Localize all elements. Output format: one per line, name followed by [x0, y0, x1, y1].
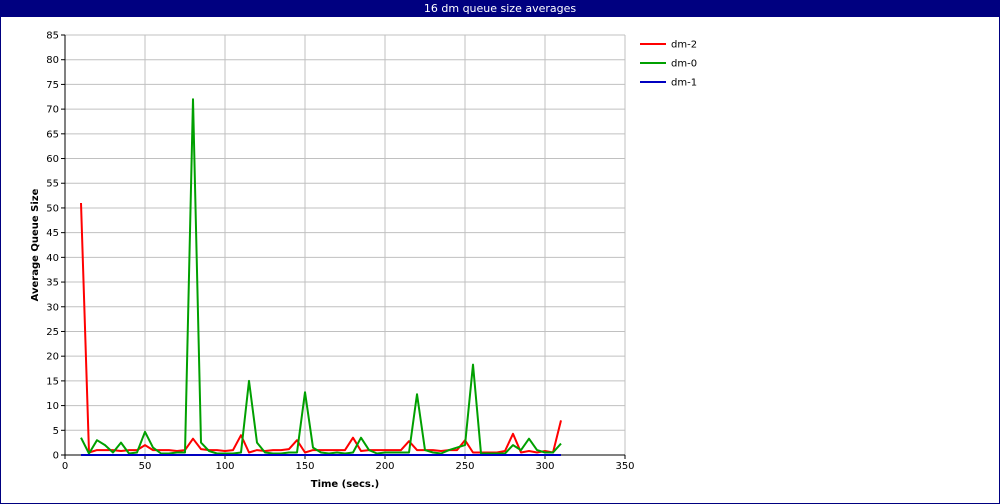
x-tick-label: 150 — [295, 461, 314, 472]
plot-background — [65, 35, 625, 455]
x-tick-label: 250 — [455, 461, 474, 472]
x-tick-label: 0 — [62, 461, 68, 472]
y-tick-label: 30 — [46, 302, 59, 313]
y-tick-label: 70 — [46, 105, 59, 116]
x-tick-label: 200 — [375, 461, 394, 472]
legend-label: dm-0 — [671, 59, 697, 70]
y-tick-label: 40 — [46, 253, 59, 264]
x-tick-label: 300 — [535, 461, 554, 472]
x-tick-label: 100 — [215, 461, 234, 472]
x-tick-labels: 0 50 100 150 200 250 300 350 — [62, 461, 635, 472]
y-tick-label: 10 — [46, 401, 59, 412]
y-tick-labels: 0 5 10 15 20 25 30 35 40 45 50 55 60 65 70 75 80 85 — [46, 31, 59, 462]
y-tick-label: 55 — [46, 179, 59, 190]
y-tick-label: 0 — [53, 451, 59, 462]
x-tick-label: 350 — [615, 461, 634, 472]
legend-label: dm-1 — [671, 78, 697, 89]
y-axis-label: Average Queue Size — [30, 188, 41, 301]
chart-canvas: 0 50 100 150 200 250 300 350 0 5 10 15 20 25 30 35 40 45… — [30, 31, 697, 491]
y-tick-label: 20 — [46, 352, 59, 363]
y-tick-label: 75 — [46, 80, 59, 91]
plot-area — [65, 35, 625, 455]
y-tick-label: 45 — [46, 228, 59, 239]
y-tick-label: 50 — [46, 203, 59, 214]
y-tick-label: 15 — [46, 376, 59, 387]
y-tick-label: 65 — [46, 129, 59, 140]
x-axis-label: Time (secs.) — [311, 479, 380, 490]
x-tick-label: 50 — [139, 461, 152, 472]
y-tick-label: 25 — [46, 327, 59, 338]
y-tick-label: 35 — [46, 278, 59, 289]
y-tick-label: 5 — [53, 426, 59, 437]
legend: dm-2 dm-0 dm-1 — [640, 40, 697, 89]
y-tick-label: 85 — [46, 31, 59, 42]
y-tick-label: 60 — [46, 154, 59, 165]
legend-label: dm-2 — [671, 40, 697, 51]
y-tick-label: 80 — [46, 55, 59, 66]
